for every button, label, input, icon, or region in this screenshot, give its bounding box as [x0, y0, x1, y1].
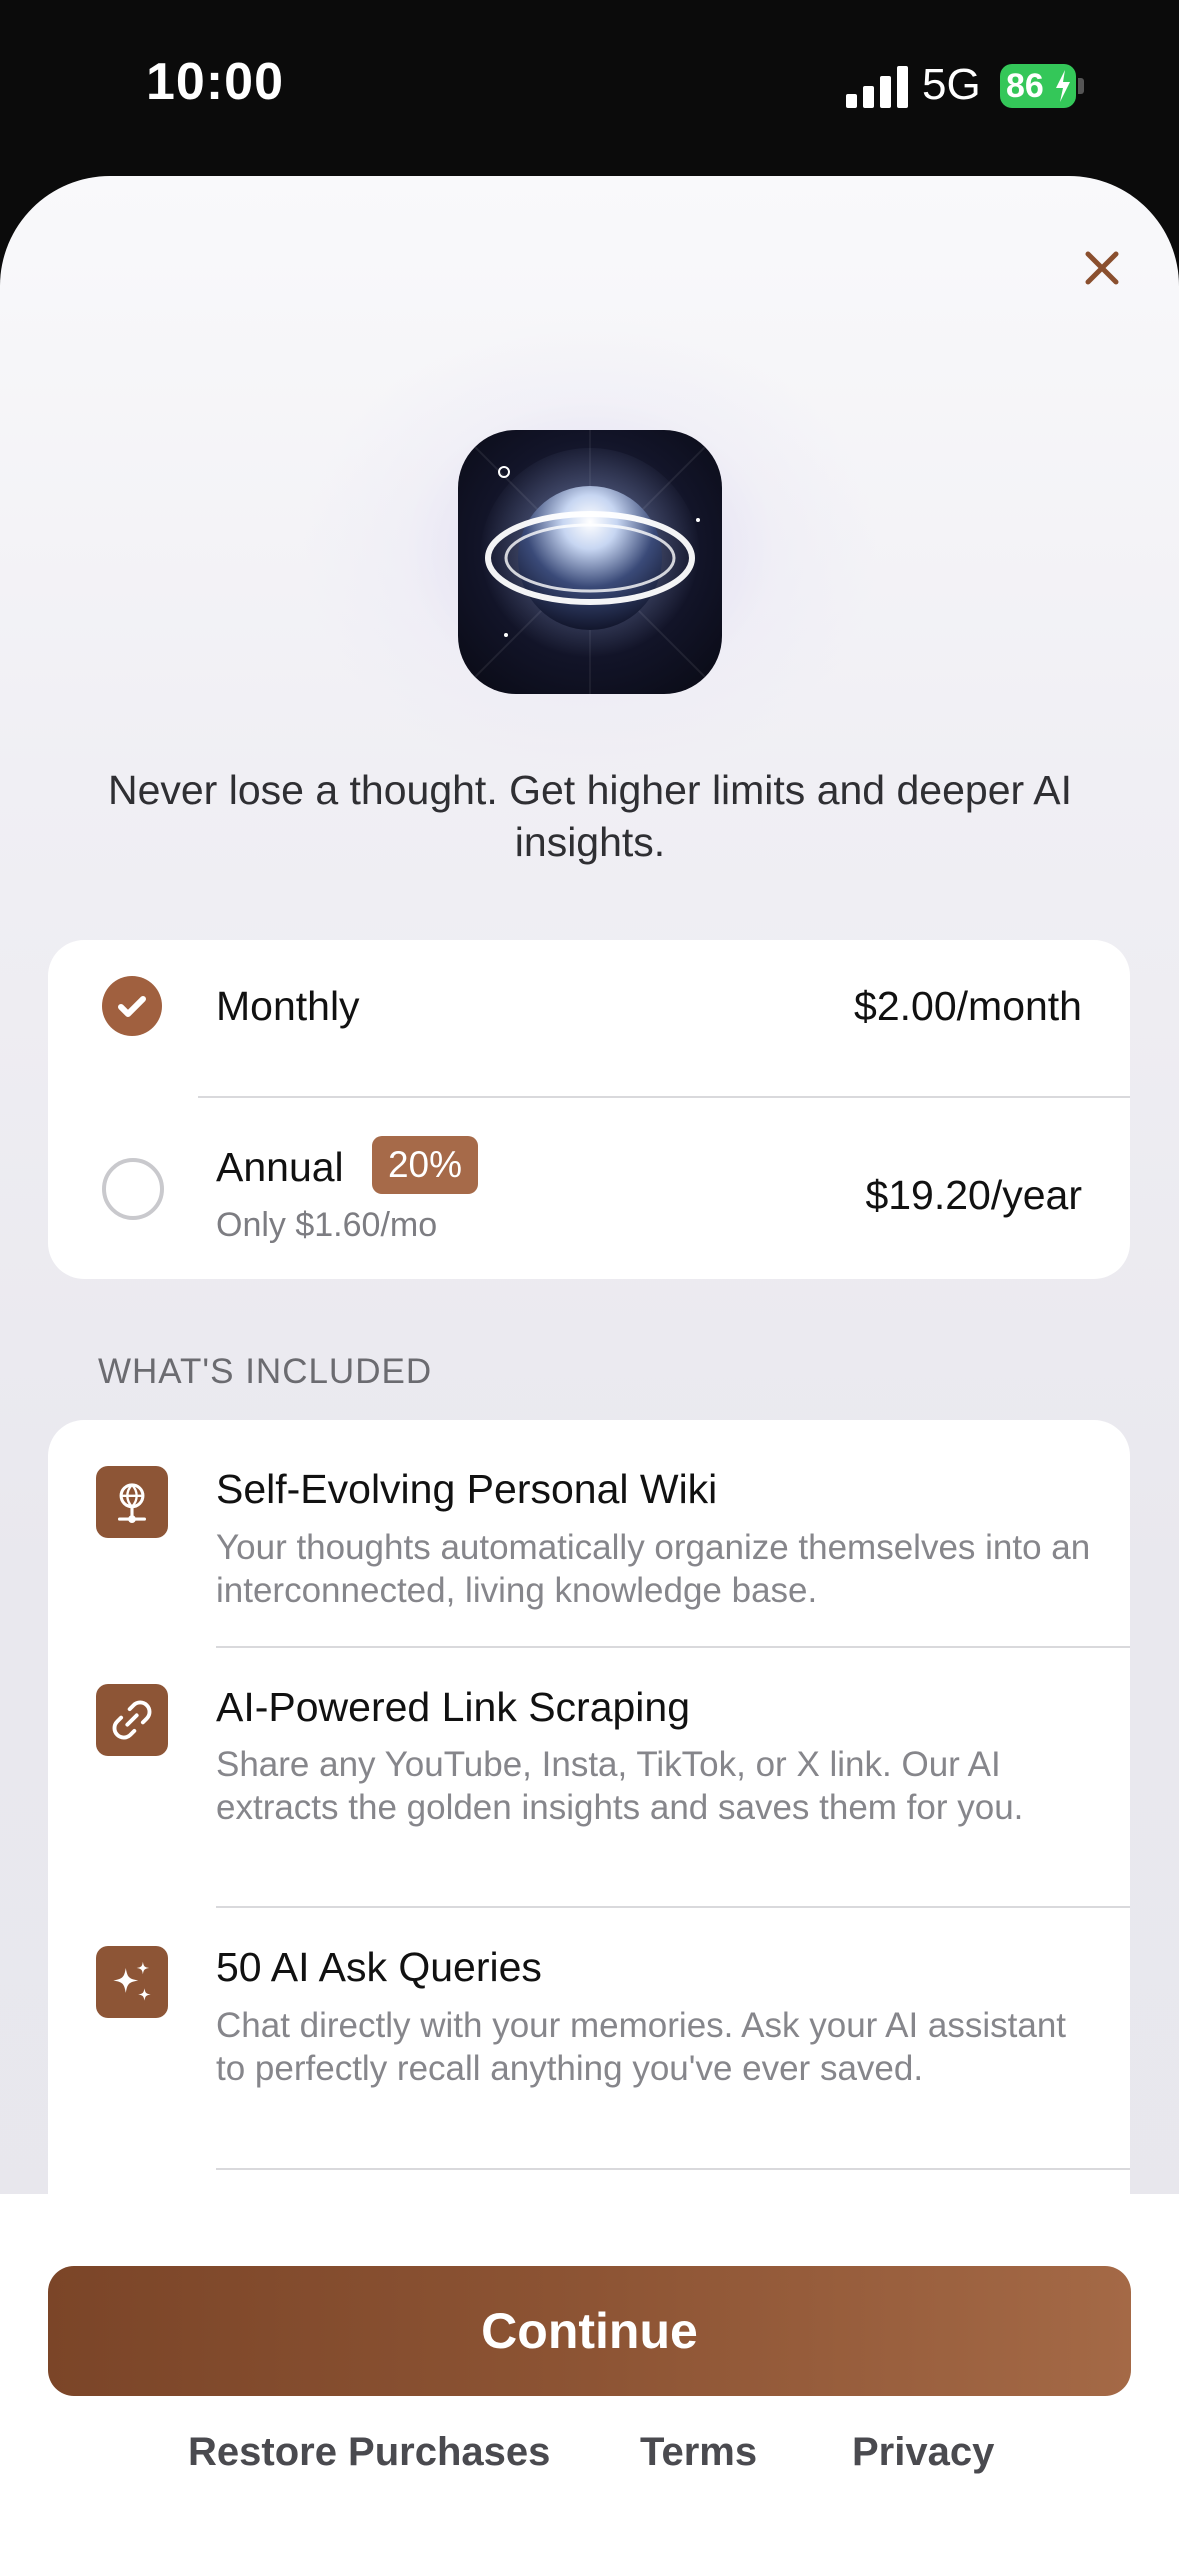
section-title: WHAT'S INCLUDED — [98, 1352, 433, 1391]
feature-title: 50 AI Ask Queries — [216, 1944, 542, 1990]
feature-description: Share any YouTube, Insta, TikTok, or X l… — [216, 1745, 1024, 1827]
wiki-icon — [96, 1466, 168, 1538]
plan-price: $19.20/year — [865, 1172, 1082, 1218]
feature-divider — [216, 1646, 1130, 1648]
restore-purchases-link[interactable]: Restore Purchases — [188, 2430, 550, 2475]
battery-level: 86 — [1006, 66, 1044, 105]
plan-name: Annual — [216, 1144, 344, 1190]
feature-title: AI-Powered Link Scraping — [216, 1684, 691, 1730]
plan-selector: Monthly $2.00/month Annual 20% Only $1.6… — [48, 940, 1130, 1279]
continue-button[interactable]: Continue — [48, 2266, 1131, 2396]
feature-description: Your thoughts automatically organize the… — [216, 1528, 1091, 1610]
feature-title: Self-Evolving Personal Wiki — [216, 1466, 718, 1512]
tagline: Never lose a thought. Get higher limits … — [107, 767, 1073, 865]
link-icon — [96, 1684, 168, 1756]
battery-icon: 86 — [1000, 64, 1076, 108]
selected-check-icon — [102, 976, 162, 1036]
plan-name: Monthly — [216, 983, 360, 1029]
plan-subtitle: Only $1.60/mo — [216, 1206, 438, 1244]
network-type: 5G — [922, 60, 981, 109]
plan-option-annual[interactable]: Annual 20% Only $1.60/mo $19.20/year — [48, 1098, 1130, 1279]
feature-divider — [216, 2168, 1130, 2170]
battery-cap — [1078, 78, 1084, 94]
status-time: 10:00 — [146, 53, 284, 111]
plan-option-monthly[interactable]: Monthly $2.00/month — [48, 940, 1130, 1094]
terms-link[interactable]: Terms — [640, 2430, 757, 2475]
plan-price: $2.00/month — [854, 983, 1082, 1029]
status-bar: 10:00 5G 86 — [0, 0, 1179, 175]
planet-app-icon — [458, 430, 722, 694]
discount-badge: 20% — [372, 1136, 478, 1194]
feature-description: Chat directly with your memories. Ask yo… — [216, 2006, 1067, 2088]
feature-divider — [216, 1906, 1130, 1908]
charging-bolt-icon — [1056, 70, 1070, 102]
unselected-radio-icon — [102, 1158, 164, 1220]
privacy-link[interactable]: Privacy — [852, 2430, 994, 2475]
cellular-signal-icon — [846, 66, 908, 108]
sparkles-icon — [96, 1946, 168, 2018]
bottom-action-bar: Continue Restore Purchases Terms Privacy — [0, 2194, 1179, 2556]
close-icon[interactable] — [1080, 246, 1124, 290]
